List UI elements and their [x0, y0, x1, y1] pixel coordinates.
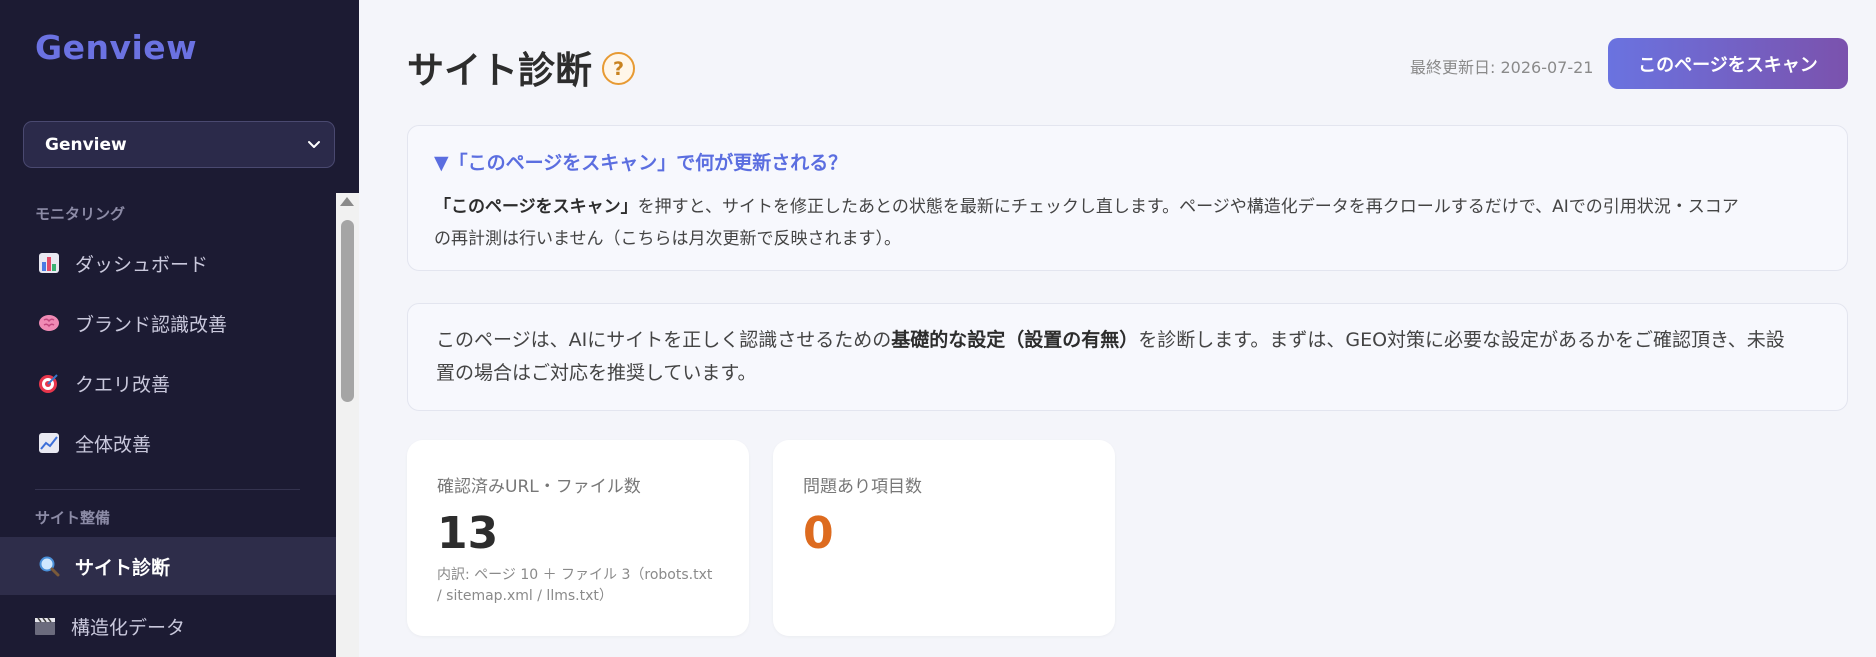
sidebar-item-label: 構造化データ [71, 616, 186, 639]
brain-icon [37, 311, 61, 335]
faq-body-line2: の再計測は行いません（こちらは月次更新で反映されます）。 [434, 229, 901, 249]
target-icon [37, 371, 61, 395]
faq-body-line1: を押すと、サイトを修正したあとの状態を最新にチェックし直します。ページや構造化デ… [637, 197, 1739, 217]
sidebar-item-label: ダッシュボード [75, 253, 209, 276]
stat-value: 13 [437, 508, 499, 559]
sidebar-scrollbar[interactable] [336, 193, 359, 657]
scrollbar-thumb[interactable] [341, 220, 354, 402]
sidebar-item-brand-recognition[interactable]: ブランド認識改善 [0, 294, 336, 352]
scan-faq-details: ▼「このページをスキャン」で何が更新される？ 「このページをスキャン」を押すと、… [407, 125, 1848, 271]
intro-text-bold: 基礎的な設定（設置の有無） [891, 329, 1139, 351]
scan-page-button[interactable]: このページをスキャン [1608, 38, 1848, 89]
sidebar-item-overall[interactable]: 全体改善 [0, 414, 336, 472]
faq-body-bold: 「このページをスキャン」 [434, 197, 638, 217]
sidebar-nav: モニタリング ダッシュボード ブランド認識改善 クエリ改善 全体改善 サイト整備… [0, 193, 359, 657]
sidebar-item-structured-data[interactable]: 構造化データ [0, 597, 336, 655]
site-select-value: Genview [45, 134, 127, 155]
main-content: サイト診断 ? 最終更新日: 2026-07-21 このページをスキャン ▼「こ… [359, 0, 1876, 657]
last-updated-date: 最終更新日: 2026-07-21 [1410, 58, 1594, 77]
faq-body: 「このページをスキャン」を押すと、サイトを修正したあとの状態を最新にチェックし直… [434, 191, 1829, 255]
intro-text-after: を診断します。まずは、GEO対策に必要な設定があるかをご確認頂き、未設 [1138, 329, 1785, 351]
sidebar-divider [35, 489, 300, 490]
chevron-down-icon [308, 141, 320, 148]
stat-card-issues: 問題あり項目数 0 [773, 440, 1115, 636]
stat-label: 問題あり項目数 [803, 477, 922, 497]
help-icon[interactable]: ? [602, 52, 635, 85]
bar-chart-icon [37, 251, 61, 275]
section-label-monitoring: モニタリング [35, 205, 126, 223]
intro-text: このページは、AIにサイトを正しく認識させるための基礎的な設定（設置の有無）を診… [436, 324, 1826, 390]
stat-label: 確認済みURL・ファイル数 [437, 477, 641, 497]
stat-card-checked-urls: 確認済みURL・ファイル数 13 内訳: ページ 10 ＋ ファイル 3（rob… [407, 440, 749, 636]
stat-note-line2: / sitemap.xml / llms.txt） [437, 588, 613, 604]
sidebar-item-dashboard[interactable]: ダッシュボード [0, 234, 336, 292]
sidebar-item-site-diagnosis[interactable]: サイト診断 [0, 537, 336, 595]
clapperboard-icon [33, 614, 57, 638]
magnifier-icon [37, 554, 61, 578]
page-title: サイト診断 [407, 49, 592, 92]
faq-summary-toggle[interactable]: ▼「このページをスキャン」で何が更新される？ [434, 148, 847, 175]
intro-text-before: このページは、AIにサイトを正しく認識させるための [436, 329, 892, 351]
intro-text-line2: 置の場合はご対応を推奨しています。 [436, 362, 757, 384]
section-label-site-maintenance: サイト整備 [35, 509, 111, 527]
trending-up-icon [37, 431, 61, 455]
sidebar-item-label: サイト診断 [75, 556, 171, 579]
sidebar-item-label: 全体改善 [75, 433, 152, 456]
scroll-up-arrow-icon[interactable] [340, 197, 354, 206]
stat-value: 0 [803, 508, 834, 559]
sidebar-item-label: クエリ改善 [75, 373, 171, 396]
sidebar-item-query[interactable]: クエリ改善 [0, 354, 336, 412]
intro-card: このページは、AIにサイトを正しく認識させるための基礎的な設定（設置の有無）を診… [407, 303, 1848, 411]
sidebar-item-label: ブランド認識改善 [75, 313, 228, 336]
stat-note: 内訳: ページ 10 ＋ ファイル 3（robots.txt / sitemap… [437, 565, 727, 607]
stat-note-line1: 内訳: ページ 10 ＋ ファイル 3（robots.txt [437, 567, 713, 583]
brand-logo[interactable]: Genview [35, 28, 197, 67]
sidebar: Genview Genview モニタリング ダッシュボード ブランド認識改善 … [0, 0, 359, 657]
site-select[interactable]: Genview [23, 121, 335, 168]
